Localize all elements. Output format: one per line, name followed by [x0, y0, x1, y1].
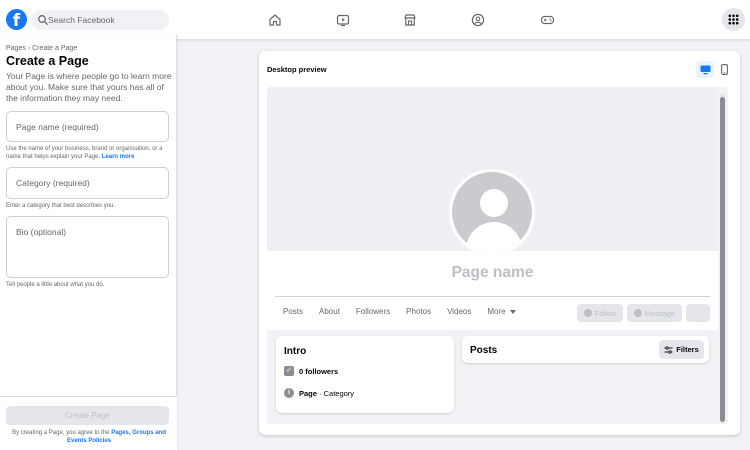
search-box[interactable]: [31, 10, 169, 30]
bio-field[interactable]: [6, 216, 169, 278]
divider: [275, 296, 710, 297]
profile-picture: [449, 169, 535, 255]
page-preview-frame: Page name Posts About Followers Photos V…: [267, 87, 728, 424]
follow-icon: [583, 309, 592, 317]
page-tabs: Posts About Followers Photos Videos More: [275, 299, 524, 325]
facebook-logo-icon[interactable]: f: [6, 9, 27, 30]
terms-text: By creating a Page, you agree to the Pag…: [12, 430, 166, 444]
desktop-preview-card: Desktop preview Page name Posts About Fo…: [259, 51, 740, 435]
home-icon[interactable]: [265, 10, 285, 30]
preview-page-name: Page name: [451, 264, 534, 281]
create-page-panel: Pages › Create a Page Create a Page Your…: [0, 35, 177, 450]
groups-icon[interactable]: [468, 10, 488, 30]
tab-posts[interactable]: Posts: [275, 299, 311, 325]
profile-header: Page name Posts About Followers Photos V…: [267, 87, 718, 330]
avatar-body-icon: [466, 222, 522, 252]
tab-about[interactable]: About: [311, 299, 348, 325]
messenger-icon: [633, 309, 642, 317]
left-panel-footer: Create Page By creating a Page, you agre…: [0, 396, 177, 450]
more-options-button[interactable]: ···: [686, 304, 710, 322]
tab-more[interactable]: More: [479, 299, 523, 325]
tab-photos[interactable]: Photos: [398, 299, 439, 325]
bio-input[interactable]: [7, 217, 168, 277]
learn-more-link[interactable]: Learn more: [102, 154, 135, 160]
menu-grid-icon[interactable]: [722, 8, 745, 31]
preview-scrollbar[interactable]: [720, 93, 725, 423]
filters-button[interactable]: Filters: [659, 340, 704, 359]
tab-videos[interactable]: Videos: [439, 299, 479, 325]
video-icon[interactable]: [333, 10, 353, 30]
gaming-icon[interactable]: [537, 10, 557, 30]
info-icon: i: [284, 388, 294, 398]
page-name-input[interactable]: [7, 112, 168, 141]
page-description: Your Page is where people go to learn mo…: [6, 71, 172, 103]
page-title: Create a Page: [6, 54, 89, 68]
avatar-head-icon: [480, 189, 508, 217]
create-page-button[interactable]: Create Page: [6, 406, 169, 425]
posts-title: Posts: [470, 345, 498, 356]
mobile-preview-icon[interactable]: [717, 61, 731, 78]
tab-followers[interactable]: Followers: [348, 299, 398, 325]
page-name-field[interactable]: [6, 111, 169, 142]
search-input[interactable]: [48, 10, 166, 30]
breadcrumb[interactable]: Pages › Create a Page: [6, 45, 77, 52]
marketplace-icon[interactable]: [400, 10, 420, 30]
posts-card: Posts Filters: [462, 336, 709, 363]
followers-row: ✓ 0 followers: [284, 366, 338, 376]
bio-hint: Tell people a little about what you do.: [6, 282, 105, 288]
intro-card: Intro ✓ 0 followers i Page · Category: [276, 336, 454, 413]
followers-check-icon: ✓: [284, 366, 294, 376]
category-row: i Page · Category: [284, 388, 354, 398]
category-hint: Enter a category that best describes you…: [6, 203, 116, 209]
preview-title: Desktop preview: [267, 65, 327, 74]
caret-down-icon: [509, 309, 516, 314]
follow-button[interactable]: Follow: [577, 304, 623, 322]
scrollbar-thumb[interactable]: [720, 97, 725, 422]
category-input[interactable]: [7, 168, 168, 198]
desktop-preview-icon[interactable]: [696, 61, 714, 78]
intro-title: Intro: [284, 346, 307, 357]
filters-icon: [664, 345, 673, 354]
category-field[interactable]: [6, 167, 169, 199]
top-navigation-bar: f: [0, 0, 750, 40]
page-name-hint: Use the name of your business, brand or …: [6, 146, 163, 160]
message-button[interactable]: Message: [627, 304, 682, 322]
